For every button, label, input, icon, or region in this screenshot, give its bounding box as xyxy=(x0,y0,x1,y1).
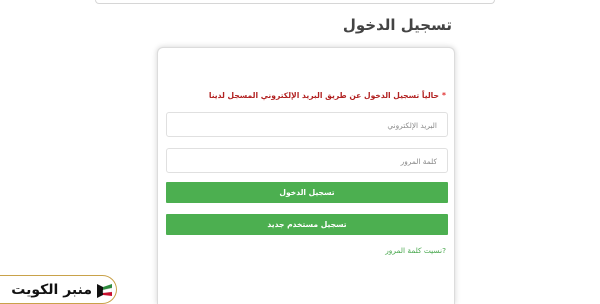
login-button[interactable]: تسجيل الدخول xyxy=(166,182,448,203)
site-logo-text: منبر الكويت xyxy=(11,281,92,298)
forgot-password-link[interactable]: ?نسيت كلمة المرور xyxy=(385,246,446,255)
login-notice: *حالياً تسجيل الدخول عن طريق البريد الإل… xyxy=(209,91,446,100)
login-card: *حالياً تسجيل الدخول عن طريق البريد الإل… xyxy=(157,47,455,304)
register-button[interactable]: تسجيل مستخدم جديد xyxy=(166,214,448,235)
page-title: تسجيل الدخول xyxy=(342,16,452,34)
site-logo-badge: منبر الكويت xyxy=(0,275,117,304)
email-input[interactable] xyxy=(167,114,447,137)
kuwait-flag-icon xyxy=(97,283,112,298)
required-star: * xyxy=(442,91,446,100)
email-field xyxy=(166,112,448,137)
top-strip xyxy=(95,0,495,4)
password-input[interactable] xyxy=(167,150,447,173)
notice-text: حالياً تسجيل الدخول عن طريق البريد الإلك… xyxy=(208,91,440,100)
password-field xyxy=(166,148,448,173)
